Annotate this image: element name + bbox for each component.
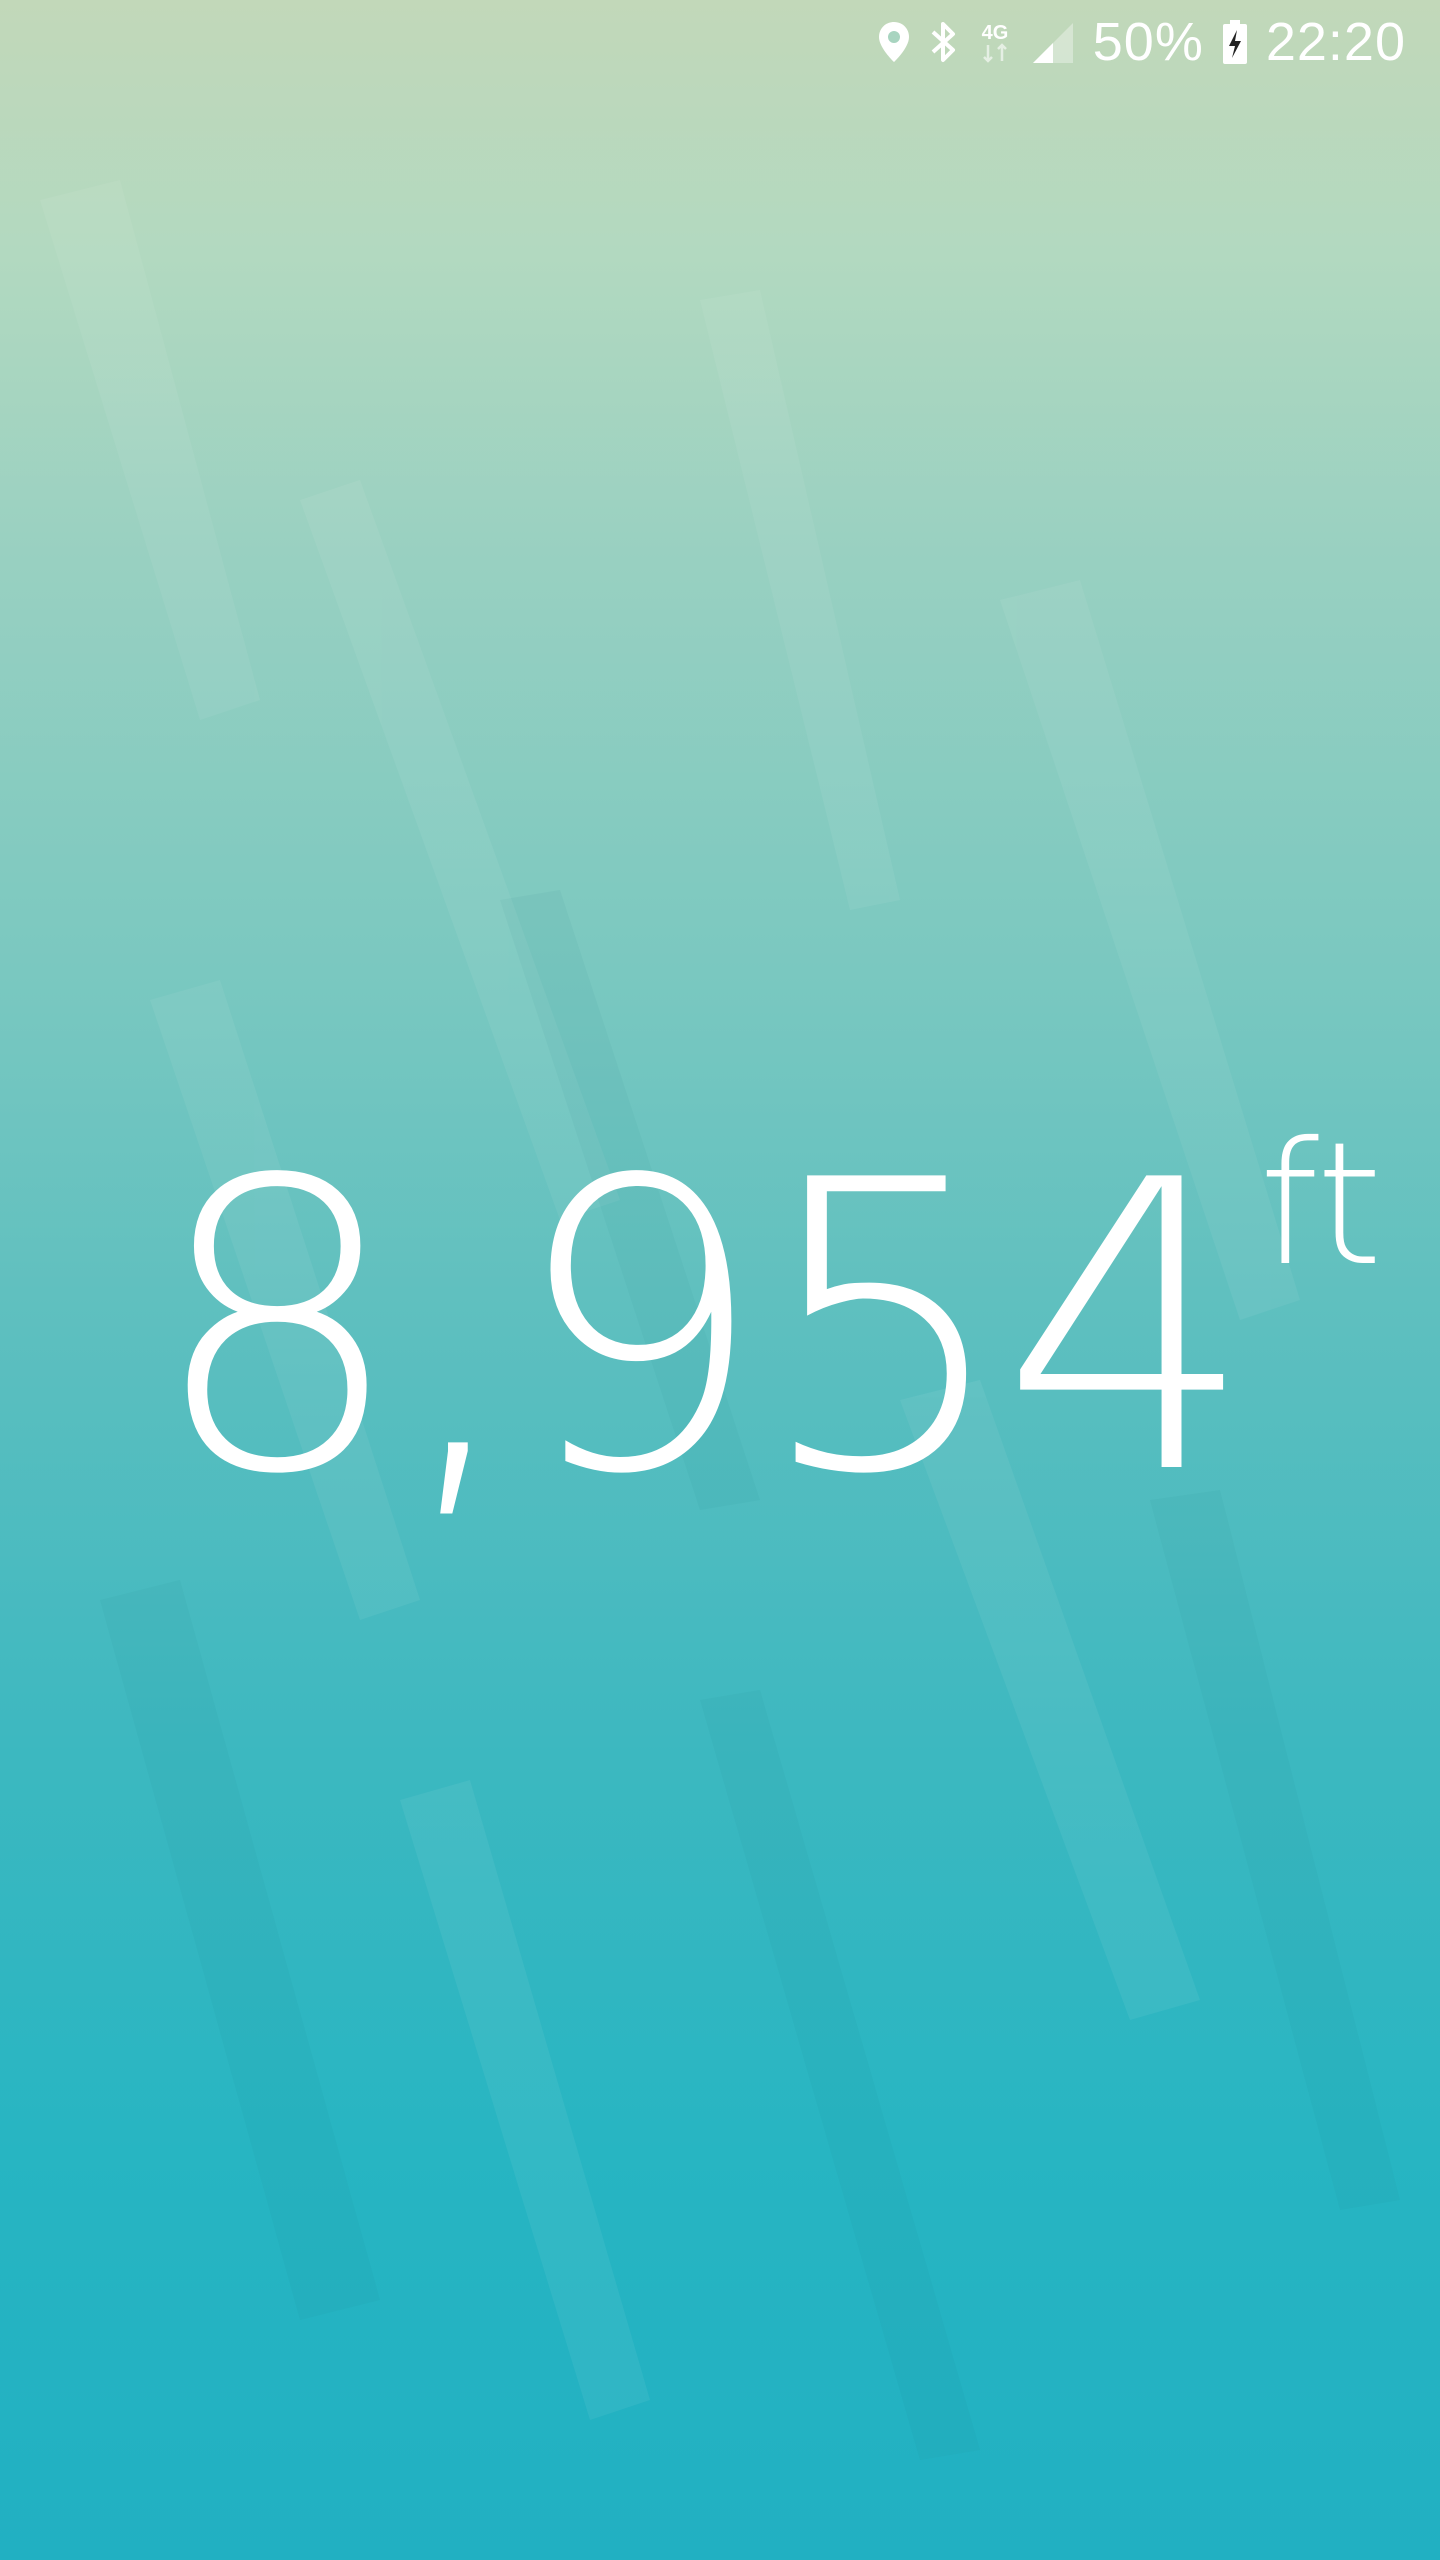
signal-icon: [1031, 17, 1075, 67]
battery-percent: 50%: [1092, 12, 1204, 72]
status-bar: 4G 50% 22:20: [0, 0, 1440, 84]
network-4g-icon: 4G: [977, 17, 1013, 67]
altitude-unit: ft: [1259, 1106, 1383, 1304]
location-icon: [877, 17, 911, 67]
network-label: 4G: [981, 22, 1008, 44]
clock-time: 22:20: [1265, 12, 1406, 72]
battery-charging-icon: [1222, 17, 1248, 67]
altitude-display: 8,954 ft: [150, 1097, 1383, 1562]
altitude-value: 8,954: [150, 1097, 1255, 1562]
bluetooth-icon: [929, 17, 959, 67]
